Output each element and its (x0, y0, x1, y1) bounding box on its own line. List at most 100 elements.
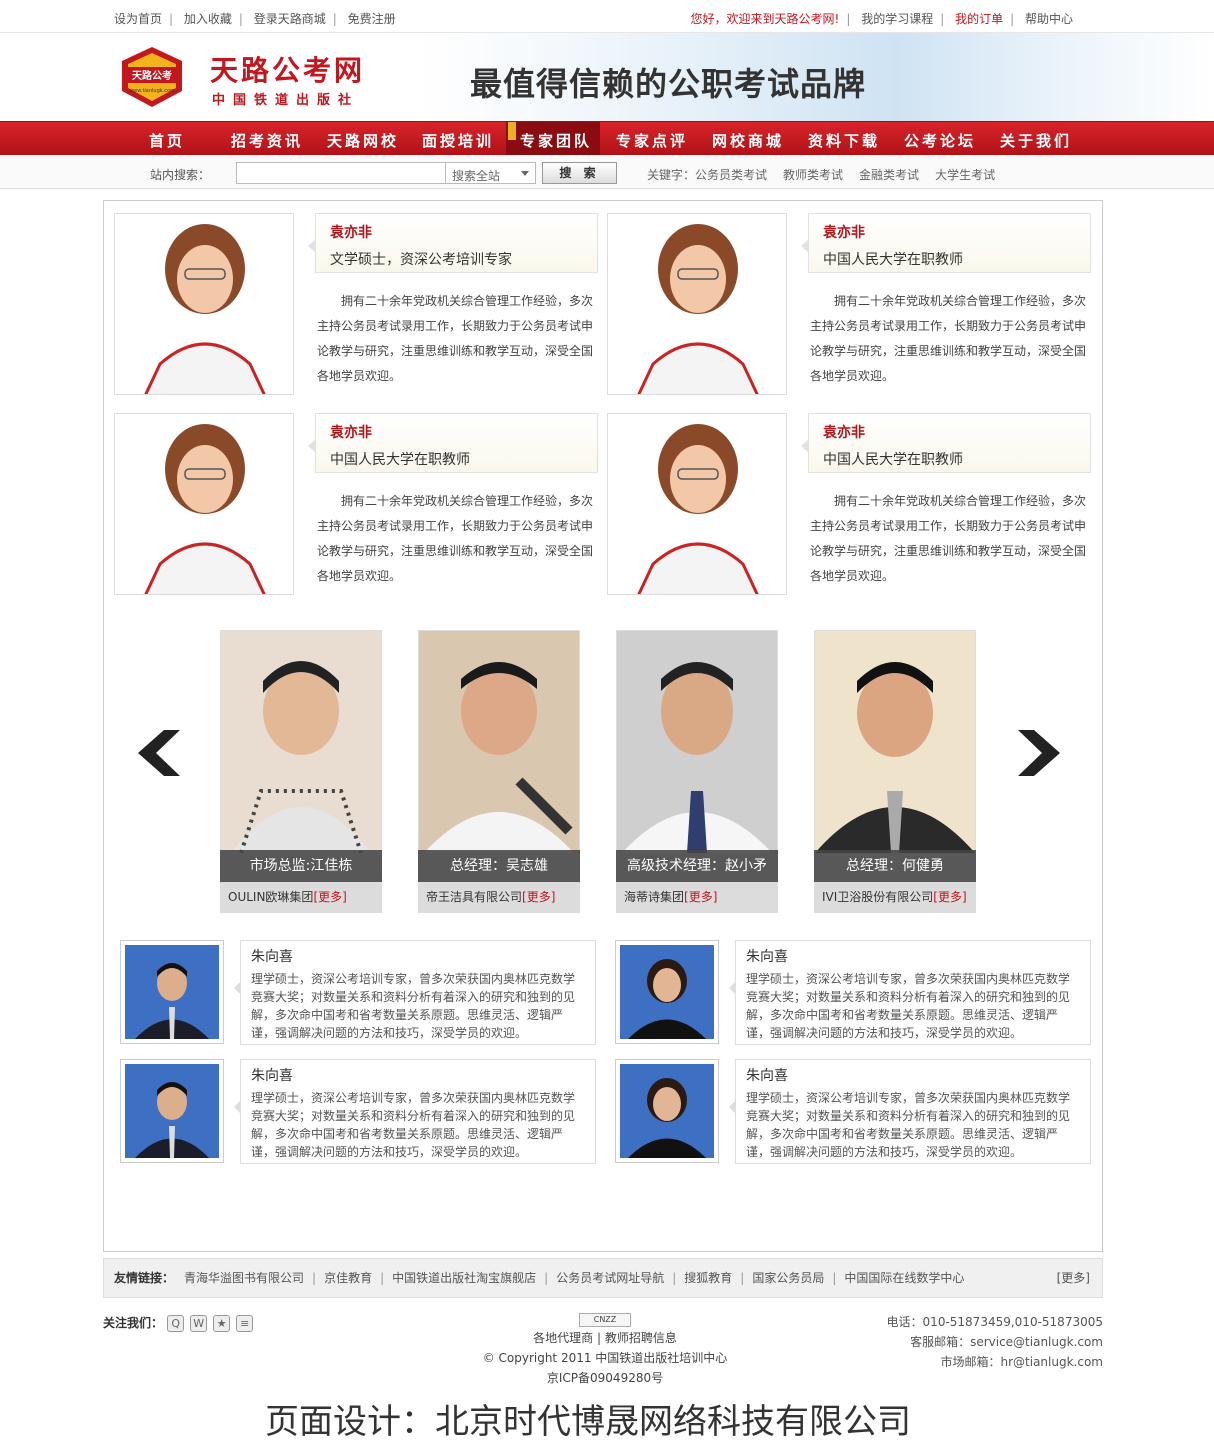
teacher-name[interactable]: 朱向喜 (746, 1065, 1080, 1085)
agents-link[interactable]: 各地代理商 (533, 1331, 593, 1345)
carousel-card[interactable]: 总经理：何健勇 IVI卫浴股份有限公司[更多] (814, 630, 976, 913)
friend-link[interactable]: 国家公务员局 (752, 1271, 824, 1285)
follow-us: 关注我们： Q W ★ ≡ (103, 1314, 259, 1332)
company-name: IVI卫浴股份有限公司 (822, 890, 934, 904)
search-label: 站内搜索： (150, 168, 211, 182)
arrow-right-icon[interactable] (1016, 728, 1062, 778)
expert-title: 中国人民大学在职教师 (823, 252, 963, 268)
keyword-link[interactable]: 金融类考试 (859, 168, 919, 182)
set-homepage-link[interactable]: 设为首页 (114, 12, 162, 26)
help-center-link[interactable]: 帮助中心 (1025, 12, 1073, 26)
header-slogan: 最值得信赖的公职考试品牌 (470, 65, 867, 103)
teacher-name[interactable]: 朱向喜 (251, 946, 585, 966)
my-orders-link[interactable]: 我的订单 (955, 12, 1003, 26)
top-left-links: 设为首页 | 加入收藏 | 登录天路商城 | 免费注册 (114, 12, 396, 26)
top-bar: 设为首页 | 加入收藏 | 登录天路商城 | 免费注册 您好，欢迎来到天路公考网! | … (0, 0, 1214, 33)
expert-name[interactable]: 袁亦非 (823, 222, 1076, 242)
arrow-left-icon[interactable] (136, 728, 182, 778)
nav-item-forum[interactable]: 公考论坛 (904, 130, 976, 151)
nav-item-training[interactable]: 面授培训 (422, 130, 494, 151)
search-scope-select[interactable]: 搜索全站 (446, 162, 536, 184)
friend-link[interactable]: 公务员考试网址导航 (556, 1271, 664, 1285)
search-button[interactable]: 搜 索 (542, 162, 617, 184)
star-icon[interactable]: ★ (213, 1315, 231, 1332)
nav-item-mall[interactable]: 网校商城 (712, 130, 784, 151)
nav-item-home[interactable]: 首页 (149, 130, 185, 151)
search-scope-value: 搜索全站 (452, 169, 501, 183)
carousel-card[interactable]: 高级技术经理：赵小矛 海蒂诗集团[更多] (616, 630, 778, 913)
friend-link[interactable]: 中国国际在线数学中心 (844, 1271, 964, 1285)
expert-name[interactable]: 袁亦非 (823, 422, 1076, 442)
expert-photo[interactable] (114, 413, 294, 595)
nav-item-exam-news[interactable]: 招考资讯 (231, 130, 303, 151)
more-link[interactable]: [更多] (684, 890, 717, 904)
company-name: OULIN欧琳集团 (228, 890, 314, 904)
teacher-photo[interactable] (120, 1059, 224, 1163)
design-credit: 页面设计：北京时代博晟网络科技有限公司 (265, 1402, 911, 1442)
expert-title: 中国人民大学在职教师 (330, 452, 470, 468)
teacher-card: 朱向喜 理学硕士，资深公考培训专家，曾多次荣获国内奥林匹克数学竞赛大奖；对数量关… (615, 1059, 1095, 1164)
person-photo (419, 631, 579, 853)
expert-title: 中国人民大学在职教师 (823, 452, 963, 468)
contact-phone: 电话：010-51873459,010-51873005 (886, 1315, 1103, 1329)
teacher-photo[interactable] (615, 940, 719, 1044)
teacher-card: 朱向喜 理学硕士，资深公考培训专家，曾多次荣获国内奥林匹克数学竞赛大奖；对数量关… (615, 940, 1095, 1045)
more-link[interactable]: [更多] (313, 890, 346, 904)
teacher-name[interactable]: 朱向喜 (251, 1065, 585, 1085)
expert-bubble: 袁亦非 中国人民大学在职教师 (801, 413, 1091, 473)
site-header: 天路公考 www.tianlugk.com 天路公考网 中国铁道出版社 最值得信… (0, 33, 1214, 121)
add-favorite-link[interactable]: 加入收藏 (184, 12, 232, 26)
friend-link[interactable]: 京佳教育 (324, 1271, 372, 1285)
teacher-photo[interactable] (120, 940, 224, 1044)
keyword-link[interactable]: 教师类考试 (783, 168, 843, 182)
expert-photo[interactable] (607, 413, 787, 595)
teacher-name[interactable]: 朱向喜 (746, 946, 1080, 966)
logo-badge-text: 天路公考 (132, 69, 172, 82)
logo-badge-icon[interactable]: 天路公考 www.tianlugk.com (118, 45, 186, 109)
logo-title[interactable]: 天路公考网 (210, 49, 365, 89)
my-courses-link[interactable]: 我的学习课程 (861, 12, 933, 26)
icp-number[interactable]: 京ICP备09049280号 (415, 1368, 795, 1388)
teacher-info: 朱向喜 理学硕士，资深公考培训专家，曾多次荣获国内奥林匹克数学竞赛大奖；对数量关… (729, 1059, 1091, 1164)
teacher-recruit-link[interactable]: 教师招聘信息 (605, 1331, 677, 1345)
nav-item-online-school[interactable]: 天路网校 (327, 130, 399, 151)
expert-description: 拥有二十余年党政机关综合管理工作经验，多次主持公务员考试录用工作，长期致力于公务… (317, 294, 594, 383)
expert-photo[interactable] (607, 213, 787, 395)
expert-profile: 袁亦非 文学硕士，资深公考培训专家 拥有二十余年党政机关综合管理工作经验，多次主… (114, 213, 598, 395)
keyword-link[interactable]: 公务员类考试 (695, 168, 767, 182)
keyword-link[interactable]: 大学生考试 (935, 168, 995, 182)
teacher-card: 朱向喜 理学硕士，资深公考培训专家，曾多次荣获国内奥林匹克数学竞赛大奖；对数量关… (120, 940, 600, 1045)
market-email[interactable]: 市场邮箱：hr@tianlugk.com (887, 1352, 1104, 1372)
cnzz-badge[interactable]: CNZZ (579, 1313, 631, 1327)
expert-profile: 袁亦非 中国人民大学在职教师 拥有二十余年党政机关综合管理工作经验，多次主持公务… (607, 413, 1091, 595)
expert-name[interactable]: 袁亦非 (330, 222, 583, 242)
friend-link[interactable]: 中国铁道出版社淘宝旗舰店 (392, 1271, 536, 1285)
expert-bubble: 袁亦非 中国人民大学在职教师 (308, 413, 598, 473)
teacher-info: 朱向喜 理学硕士，资深公考培训专家，曾多次荣获国内奥林匹克数学竞赛大奖；对数量关… (234, 1059, 596, 1164)
carousel-card[interactable]: 总经理：吴志雄 帝王洁具有限公司[更多] (418, 630, 580, 913)
keywords-label: 关键字： (647, 168, 696, 182)
nav-item-expert-team[interactable]: 专家团队 (506, 122, 601, 156)
nav-item-downloads[interactable]: 资料下载 (808, 130, 880, 151)
expert-photo[interactable] (114, 213, 294, 395)
more-link[interactable]: [更多] (522, 890, 555, 904)
friend-links-more[interactable]: [更多] (1057, 1259, 1090, 1297)
search-input[interactable] (236, 162, 446, 184)
teacher-description: 理学硕士，资深公考培训专家，曾多次荣获国内奥林匹克数学竞赛大奖；对数量关系和资料… (251, 1091, 576, 1159)
weibo-icon[interactable]: W (190, 1315, 208, 1332)
nav-item-expert-review[interactable]: 专家点评 (616, 130, 688, 151)
friend-link[interactable]: 青海华溢图书有限公司 (184, 1271, 304, 1285)
more-link[interactable]: [更多] (933, 890, 966, 904)
nav-item-about[interactable]: 关于我们 (1000, 130, 1072, 151)
search-keywords: 关键字：公务员类考试 教师类考试 金融类考试 大学生考试 (647, 166, 1011, 183)
carousel-card[interactable]: 市场总监:江佳栋 OULIN欧琳集团[更多] (220, 630, 382, 913)
login-mall-link[interactable]: 登录天路商城 (254, 12, 326, 26)
friend-link[interactable]: 搜狐教育 (684, 1271, 732, 1285)
rss-icon[interactable]: ≡ (236, 1315, 254, 1332)
expert-name[interactable]: 袁亦非 (330, 422, 583, 442)
teacher-photo[interactable] (615, 1059, 719, 1163)
service-email[interactable]: 客服邮箱：service@tianlugk.com (887, 1332, 1103, 1352)
register-link[interactable]: 免费注册 (348, 12, 396, 26)
qq-icon[interactable]: Q (167, 1315, 185, 1332)
footer-center: CNZZ 各地代理商 | 教师招聘信息 © Copyright 2011 中国铁… (415, 1308, 795, 1388)
